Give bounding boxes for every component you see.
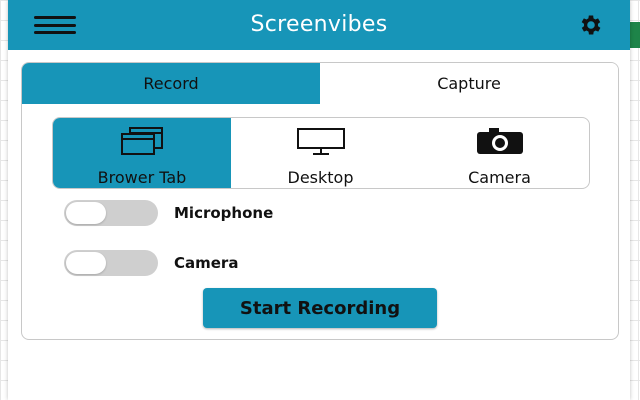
- app-title: Screenvibes: [250, 12, 388, 37]
- monitor-icon: [296, 128, 345, 155]
- source-label-browser-tab: Brower Tab: [97, 168, 187, 187]
- camera-toggle-row: Camera: [64, 250, 238, 276]
- gear-icon[interactable]: [578, 12, 604, 38]
- tab-capture[interactable]: Capture: [320, 63, 618, 104]
- browser-tabs-icon: [121, 127, 163, 155]
- background-green-cell: [630, 22, 640, 48]
- microphone-toggle[interactable]: [64, 200, 158, 226]
- extension-popup: Screenvibes Record Capture Brower Tab De…: [8, 0, 630, 400]
- camera-icon: [476, 128, 523, 154]
- camera-toggle[interactable]: [64, 250, 158, 276]
- header-bar: Screenvibes: [8, 0, 630, 50]
- start-recording-button[interactable]: Start Recording: [203, 288, 437, 328]
- mode-tabs: Record Capture: [22, 63, 619, 104]
- source-label-desktop: Desktop: [287, 168, 354, 187]
- recorder-card: Record Capture Brower Tab Desktop Camera…: [21, 62, 619, 340]
- source-browser-tab[interactable]: Brower Tab: [53, 118, 231, 188]
- microphone-label: Microphone: [174, 204, 274, 222]
- source-camera[interactable]: Camera: [410, 118, 589, 188]
- source-label-camera: Camera: [468, 168, 531, 187]
- microphone-toggle-row: Microphone: [64, 200, 273, 226]
- camera-toggle-label: Camera: [174, 254, 239, 272]
- tab-record[interactable]: Record: [22, 63, 320, 104]
- source-selector: Brower Tab Desktop Camera: [52, 117, 590, 189]
- source-desktop[interactable]: Desktop: [231, 118, 410, 188]
